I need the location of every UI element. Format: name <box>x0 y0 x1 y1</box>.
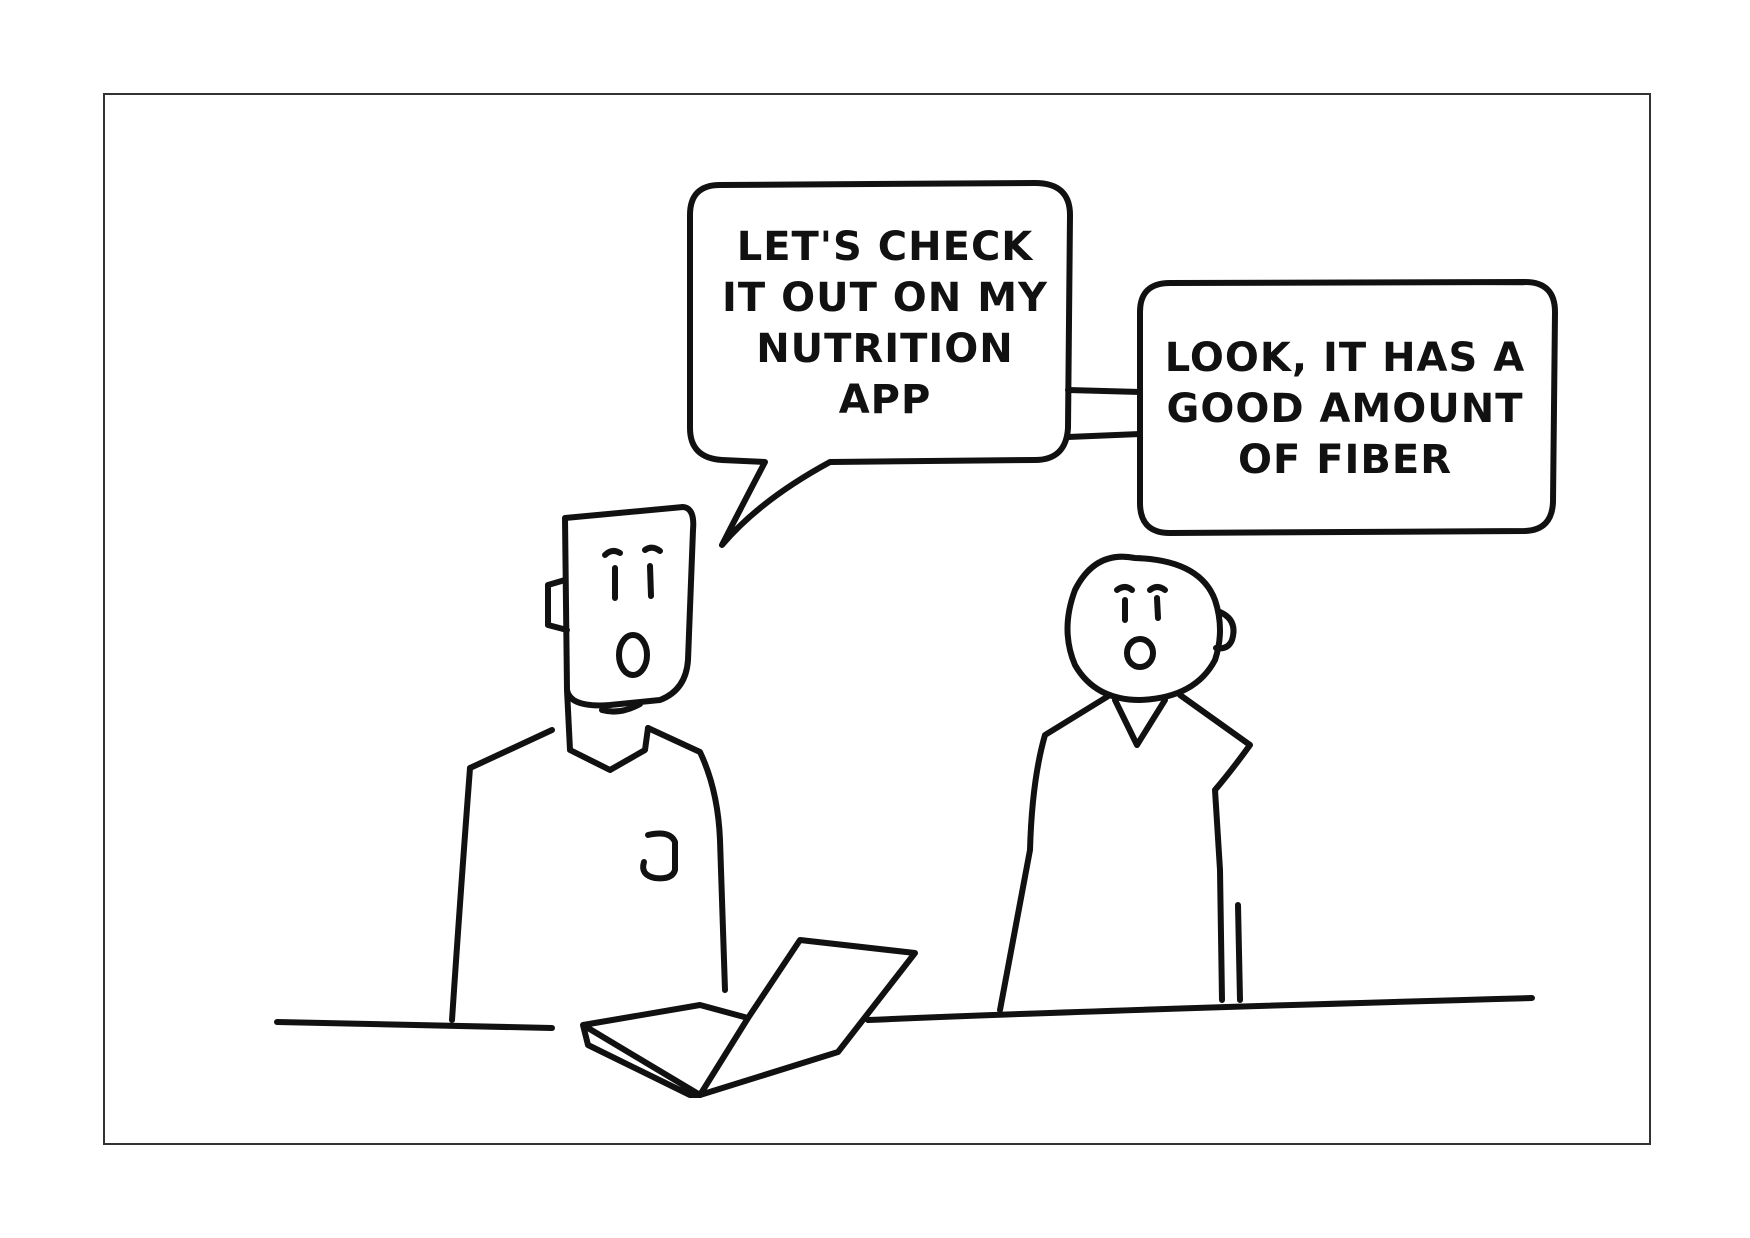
right-character-eyebrows <box>1114 584 1168 593</box>
speech-line: LET'S CHECK <box>736 224 1034 270</box>
speech-bubble-right-text: LOOK, IT HAS A GOOD AMOUNT OF FIBER <box>1140 333 1550 486</box>
speech-bubble-left-text: LET'S CHECK IT OUT ON MY NUTRITION APP <box>700 222 1070 426</box>
speech-line: LOOK, IT HAS A <box>1164 335 1526 381</box>
bubble-connector <box>1065 387 1143 440</box>
laptop-illustration <box>580 937 918 1098</box>
left-character-eyebrows <box>602 544 663 558</box>
speech-line: IT OUT ON MY <box>722 275 1048 321</box>
left-character-eyes <box>612 563 654 601</box>
left-character-pocket <box>640 830 678 882</box>
right-character <box>997 553 1253 1013</box>
speech-line: APP <box>838 377 932 423</box>
left-character-body <box>449 725 728 1023</box>
speech-line: NUTRITION <box>756 326 1014 372</box>
table-edge <box>274 995 1535 1031</box>
speech-line: GOOD AMOUNT <box>1166 386 1524 432</box>
laptop-base <box>580 1002 751 1098</box>
right-character-collar <box>1112 697 1168 748</box>
comic-scene <box>274 180 1558 1098</box>
right-character-body <box>997 692 1253 1013</box>
speech-line: OF FIBER <box>1237 437 1453 483</box>
right-character-head <box>1064 553 1223 703</box>
right-character-mouth <box>1124 636 1156 670</box>
left-character-mouth <box>616 632 650 678</box>
right-character-eyes <box>1122 595 1161 623</box>
left-character <box>449 504 728 1023</box>
